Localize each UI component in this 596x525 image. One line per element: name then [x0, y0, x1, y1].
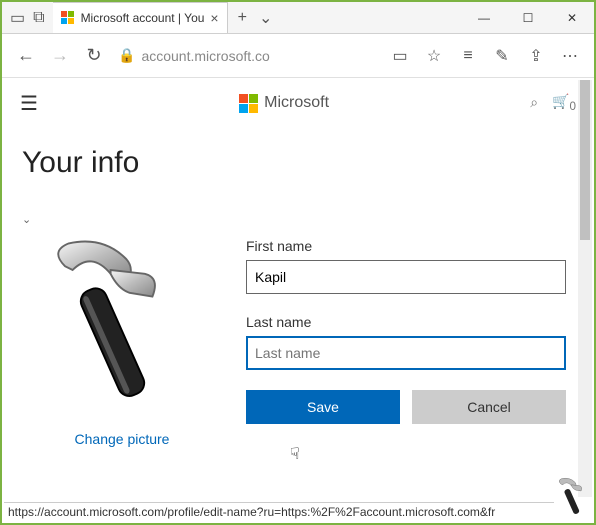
share-icon[interactable]: ⇪ [526, 46, 546, 66]
window-controls: — ☐ ✕ [462, 2, 594, 33]
first-name-block: First name [246, 238, 566, 294]
brand-logo[interactable]: Microsoft [38, 94, 530, 113]
menu-icon[interactable]: ☰ [20, 91, 38, 116]
address-bar[interactable]: 🔒 account.microsoft.co [118, 47, 376, 64]
expand-chevron-icon[interactable]: ⌄ [22, 213, 31, 226]
browser-tab[interactable]: Microsoft account | You × [53, 2, 228, 33]
brand-text: Microsoft [264, 94, 329, 112]
search-icon[interactable]: ⌕ [530, 94, 538, 111]
back-button[interactable]: ← [16, 45, 36, 66]
window-tab-actions-icon[interactable]: ▭ [10, 8, 25, 28]
lock-icon: 🔒 [118, 47, 135, 64]
page-title: Your info [22, 146, 566, 180]
window-tab-preview-icon[interactable]: ⧉ [33, 9, 44, 27]
tab-strip: Microsoft account | You × + ⌄ [53, 2, 462, 33]
window-left-buttons: ▭ ⧉ [2, 2, 53, 33]
notes-icon[interactable]: ✎ [492, 46, 512, 66]
change-picture-link[interactable]: Change picture [75, 431, 170, 447]
scrollbar-thumb[interactable] [580, 80, 590, 240]
picture-column: Change picture [22, 232, 222, 449]
more-icon[interactable]: ⋯ [560, 46, 580, 66]
reading-view-icon[interactable]: ▭ [390, 46, 410, 66]
profile-picture [27, 409, 217, 426]
cart-icon[interactable]: 🛒0 [552, 93, 576, 113]
tab-menu-chevron-icon[interactable]: ⌄ [259, 8, 272, 28]
tab-title: Microsoft account | You [81, 11, 205, 25]
cancel-button[interactable]: Cancel [412, 390, 566, 424]
hub-icon[interactable]: ≡ [458, 47, 478, 65]
page-content: Your info ⌄ [2, 128, 594, 449]
last-name-label: Last name [246, 314, 566, 330]
status-bar: https://account.microsoft.com/profile/ed… [4, 502, 554, 521]
last-name-block: Last name [246, 314, 566, 370]
forward-button[interactable]: → [50, 45, 70, 66]
window-close[interactable]: ✕ [550, 11, 594, 25]
last-name-input[interactable] [246, 336, 566, 370]
new-tab-area: + ⌄ [228, 2, 283, 33]
url-text: account.microsoft.co [141, 48, 269, 64]
site-header: ☰ Microsoft ⌕ 🛒0 [2, 78, 594, 128]
tab-favicon [61, 11, 75, 25]
save-button[interactable]: Save [246, 390, 400, 424]
favorite-icon[interactable]: ☆ [424, 46, 444, 66]
vertical-scrollbar[interactable] [578, 80, 592, 497]
form-area: Change picture First name Last name Save… [22, 232, 566, 449]
microsoft-logo-icon [239, 94, 258, 113]
header-actions: ⌕ 🛒0 [530, 93, 576, 113]
new-tab-button[interactable]: + [238, 9, 247, 27]
first-name-input[interactable] [246, 260, 566, 294]
window-minimize[interactable]: — [462, 11, 506, 25]
window-titlebar: ▭ ⧉ Microsoft account | You × + ⌄ — ☐ ✕ [2, 2, 594, 34]
window-maximize[interactable]: ☐ [506, 11, 550, 25]
first-name-label: First name [246, 238, 566, 254]
button-row: Save Cancel [246, 390, 566, 424]
watermark-icon [552, 476, 596, 525]
browser-toolbar: ← → ↻ 🔒 account.microsoft.co ▭ ☆ ≡ ✎ ⇪ ⋯ [2, 34, 594, 78]
reload-button[interactable]: ↻ [84, 45, 104, 66]
fields-column: First name Last name Save Cancel [246, 232, 566, 424]
tab-close-icon[interactable]: × [210, 10, 218, 26]
